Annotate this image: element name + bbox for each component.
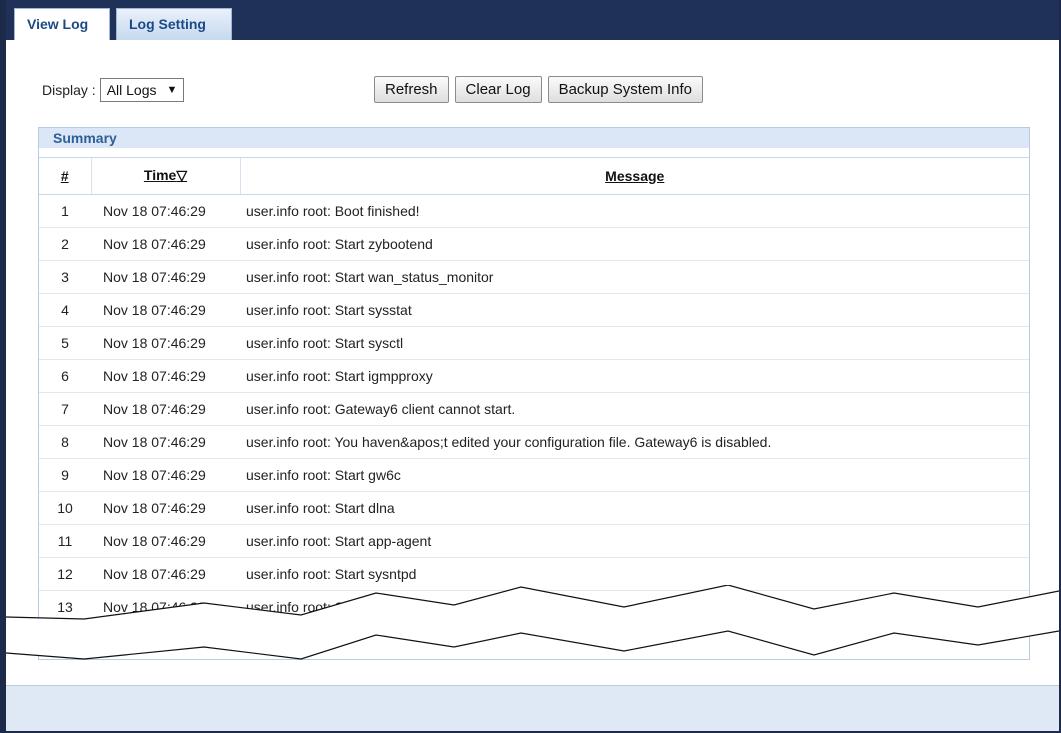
column-header-number[interactable]: # — [39, 158, 92, 195]
row-number: 5 — [39, 326, 91, 360]
display-select-value: All Logs — [106, 82, 157, 98]
row-time: Nov 18 07:46:29 — [91, 194, 240, 228]
sort-desc-icon: ▽ — [176, 167, 188, 184]
row-number: 9 — [39, 458, 91, 492]
row-number: 1 — [39, 194, 91, 228]
row-number: 4 — [39, 293, 91, 327]
row-message: user.info root: Start zybootend — [240, 227, 1029, 261]
tab-log-setting[interactable]: Log Setting — [116, 8, 232, 40]
table-row: 8 Nov 18 07:46:29 user.info root: You have… — [39, 425, 1029, 459]
row-time: Nov 18 07:46:29 — [91, 458, 240, 492]
row-time: Nov 18 07:46:29 — [91, 260, 240, 294]
row-message: user.info root: Start sysstat — [240, 293, 1029, 327]
table-row: 2 Nov 18 07:46:29 user.info root: Start zy… — [39, 227, 1029, 261]
row-time: Nov 18 07:46:29 — [91, 392, 240, 426]
table-row: 3 Nov 18 07:46:29 user.info root: Start wa… — [39, 260, 1029, 294]
column-header-message-label: Message — [605, 167, 665, 184]
backup-system-info-button[interactable]: Backup System Info — [547, 76, 703, 103]
action-buttons: Refresh Clear Log Backup System Info — [374, 76, 703, 103]
table-row: 6 Nov 18 07:46:29 user.info root: Start ig… — [39, 359, 1029, 393]
chevron-down-icon: ▼ — [166, 84, 178, 96]
tab-view-log[interactable]: View Log — [14, 8, 110, 40]
row-number: 2 — [39, 227, 91, 261]
column-header-number-label: # — [60, 167, 69, 184]
display-label: Display : — [42, 82, 96, 98]
table-row: 1 Nov 18 07:46:29 user.info root: Boot fin… — [39, 194, 1029, 228]
row-number: 6 — [39, 359, 91, 393]
table-row: 7 Nov 18 07:46:29 user.info root: Gateway6… — [39, 392, 1029, 426]
row-message: user.info root: Gateway6 client cannot s… — [240, 392, 1029, 426]
row-number: 10 — [39, 491, 91, 525]
footer-bar — [6, 685, 1059, 731]
summary-panel: Summary # Time▽ Message 1 Nov 18 07:46:29… — [38, 127, 1030, 660]
column-header-time[interactable]: Time▽ — [91, 158, 241, 195]
tab-bar: View Log Log Setting — [6, 0, 1059, 40]
row-number: 8 — [39, 425, 91, 459]
table-row: 5 Nov 18 07:46:29 user.info root: Start sy… — [39, 326, 1029, 360]
row-message: user.info root: You haven&apos;t edited … — [240, 425, 1029, 459]
table-row: 4 Nov 18 07:46:29 user.info root: Start sy… — [39, 293, 1029, 327]
row-message: user.info root: Boot finished! — [240, 194, 1029, 228]
summary-title: Summary — [39, 128, 1029, 148]
display-filter: Display : All Logs ▼ — [42, 78, 185, 102]
display-select[interactable]: All Logs ▼ — [99, 78, 185, 102]
row-number: 11 — [39, 524, 91, 558]
row-number: 3 — [39, 260, 91, 294]
row-time: Nov 18 07:46:29 — [91, 359, 240, 393]
table-row: 10 Nov 18 07:46:29 user.info root: Start d… — [39, 491, 1029, 525]
row-time: Nov 18 07:46:29 — [91, 425, 240, 459]
row-time: Nov 18 07:46:29 — [91, 293, 240, 327]
row-time: Nov 18 07:46:29 — [91, 227, 240, 261]
column-header-time-label: Time — [143, 167, 177, 184]
row-message: user.info root: Start igmpproxy — [240, 359, 1029, 393]
table-row: 11 Nov 18 07:46:29 user.info root: Start a… — [39, 524, 1029, 558]
row-message: user.info root: Start wan_status_monitor — [240, 260, 1029, 294]
row-time: Nov 18 07:46:29 — [91, 524, 240, 558]
row-message: user.info root: Start dlna — [240, 491, 1029, 525]
clear-log-button[interactable]: Clear Log — [454, 76, 542, 103]
panel-divider — [39, 148, 1029, 158]
row-message: user.info root: Start gw6c — [240, 458, 1029, 492]
column-header-message[interactable]: Message — [240, 158, 1029, 195]
row-time: Nov 18 07:46:29 — [91, 326, 240, 360]
row-message: user.info root: Start app-agent — [240, 524, 1029, 558]
log-table: # Time▽ Message 1 Nov 18 07:46:29 user.inf… — [39, 158, 1029, 624]
table-row: 9 Nov 18 07:46:29 user.info root: Start gw… — [39, 458, 1029, 492]
row-time: Nov 18 07:46:29 — [91, 491, 240, 525]
row-message: user.info root: Start sysctl — [240, 326, 1029, 360]
torn-edge-graphic — [6, 585, 1059, 660]
refresh-button[interactable]: Refresh — [374, 76, 449, 103]
row-number: 7 — [39, 392, 91, 426]
